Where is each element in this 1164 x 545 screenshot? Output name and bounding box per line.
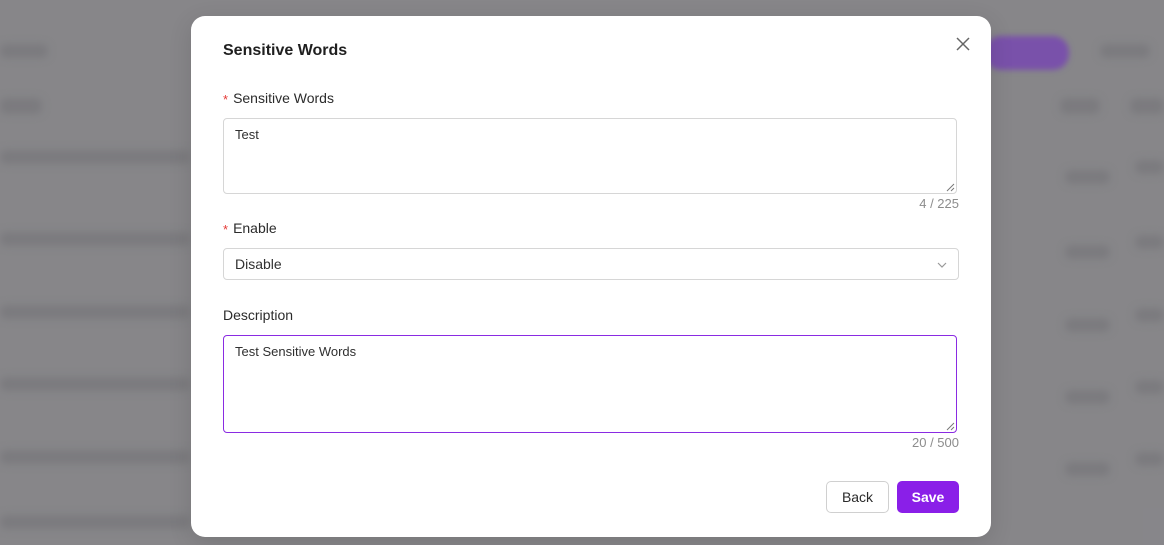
description-counter: 20 / 500 xyxy=(912,435,959,450)
required-mark: * xyxy=(223,222,229,237)
sensitive-words-counter: 4 / 225 xyxy=(919,196,959,211)
sensitive-words-label: * Sensitive Words xyxy=(223,90,334,107)
resize-handle-icon[interactable] xyxy=(946,422,955,431)
enable-select[interactable]: Disable xyxy=(223,248,959,280)
save-button[interactable]: Save xyxy=(897,481,959,513)
sensitive-words-value: Test xyxy=(235,127,259,142)
required-mark: * xyxy=(223,92,229,107)
back-button[interactable]: Back xyxy=(826,481,889,513)
description-value: Test Sensitive Words xyxy=(235,344,357,359)
close-button[interactable] xyxy=(953,34,973,54)
sensitive-words-dialog: Sensitive Words * Sensitive Words Test 4 … xyxy=(191,16,991,537)
dialog-title: Sensitive Words xyxy=(223,42,348,59)
sensitive-words-textarea[interactable]: Test xyxy=(223,118,957,194)
chevron-down-icon xyxy=(937,262,947,268)
resize-handle-icon[interactable] xyxy=(946,183,955,192)
close-icon xyxy=(956,37,970,51)
description-textarea[interactable]: Test Sensitive Words xyxy=(223,335,957,433)
enable-label-text: Enable xyxy=(233,220,277,236)
enable-selected-value: Disable xyxy=(235,256,282,272)
description-label: Description xyxy=(223,307,294,323)
sensitive-words-label-text: Sensitive Words xyxy=(233,90,334,106)
enable-label: * Enable xyxy=(223,220,277,237)
